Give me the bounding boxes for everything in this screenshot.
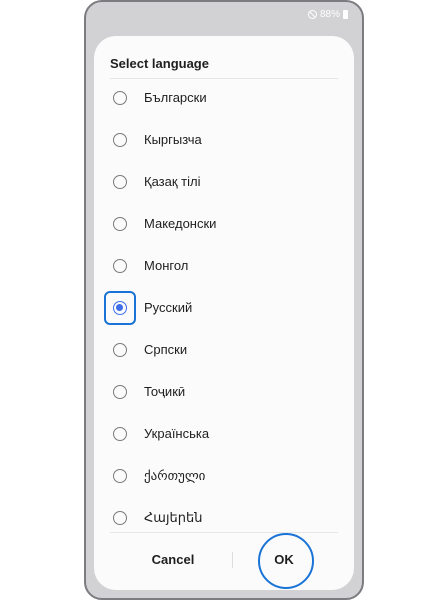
language-label: Македонски	[144, 216, 217, 231]
language-option[interactable]: Српски	[94, 329, 354, 371]
button-separator	[232, 552, 233, 568]
battery-percentage: 88%	[319, 9, 340, 20]
radio-button[interactable]	[113, 469, 127, 483]
language-option[interactable]: Кыргызча	[94, 119, 354, 161]
language-option-selected[interactable]: Русский	[94, 287, 354, 329]
language-label: Русский	[144, 300, 193, 315]
language-option[interactable]: ქართული	[94, 455, 354, 497]
radio-button[interactable]	[113, 175, 127, 189]
language-label: Српски	[144, 342, 188, 357]
radio-button[interactable]	[113, 259, 127, 273]
language-label: ქართული	[144, 468, 206, 483]
battery-icon	[343, 10, 348, 19]
dialog-title: Select language	[110, 56, 209, 71]
status-bar: 88%	[307, 9, 348, 20]
actions-divider	[110, 532, 338, 533]
language-label: Български	[144, 90, 207, 105]
ok-button[interactable]: OK	[254, 546, 314, 574]
radio-button-selected[interactable]	[113, 301, 127, 315]
radio-button[interactable]	[113, 343, 127, 357]
language-label: Монгол	[144, 258, 189, 273]
language-option[interactable]: Українська	[94, 413, 354, 455]
cancel-button[interactable]: Cancel	[134, 546, 212, 574]
language-option[interactable]: Қазақ тілі	[94, 161, 354, 203]
phone-frame: 88% Select language Български Кыргызча Қ…	[84, 0, 364, 600]
language-option[interactable]: Монгол	[94, 245, 354, 287]
radio-button[interactable]	[113, 91, 127, 105]
radio-button[interactable]	[113, 385, 127, 399]
do-not-disturb-icon	[307, 10, 317, 19]
select-language-dialog: Select language Български Кыргызча Қазақ…	[94, 36, 354, 590]
radio-button[interactable]	[113, 511, 127, 525]
language-label: Кыргызча	[144, 132, 202, 147]
radio-button[interactable]	[113, 427, 127, 441]
language-option[interactable]: Македонски	[94, 203, 354, 245]
radio-button[interactable]	[113, 133, 127, 147]
language-label: Қазақ тілі	[144, 174, 201, 189]
language-label: Українська	[144, 426, 210, 441]
radio-button[interactable]	[113, 217, 127, 231]
language-option[interactable]: Български	[94, 77, 354, 119]
language-option[interactable]: Тоҷикӣ	[94, 371, 354, 413]
language-label: Тоҷикӣ	[144, 384, 186, 399]
